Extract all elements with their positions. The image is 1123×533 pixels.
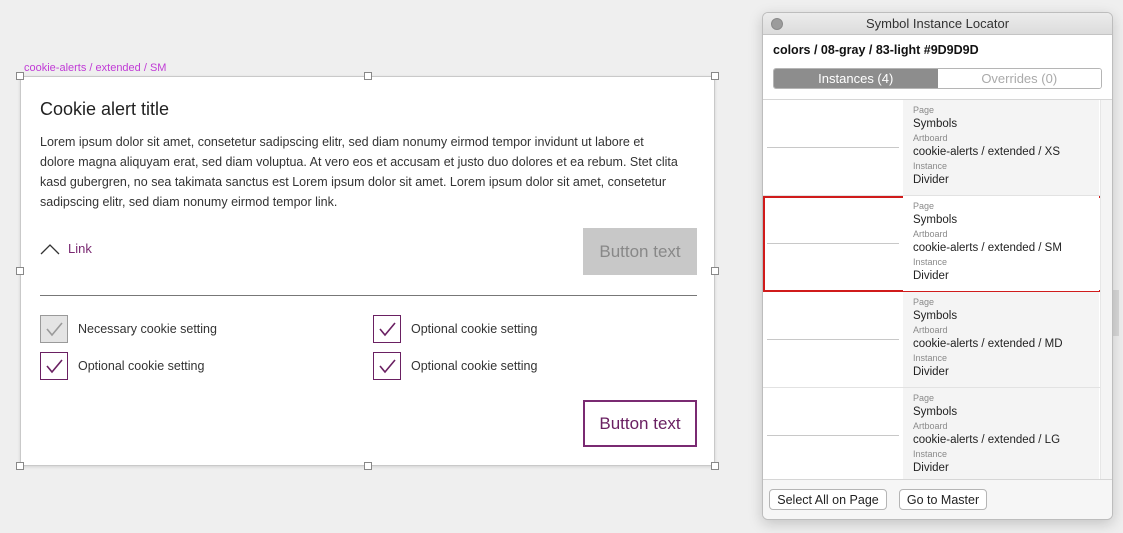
instance-value: Divider	[913, 270, 949, 282]
checkmark-icon	[46, 359, 63, 374]
instance-thumbnail	[767, 100, 899, 195]
instance-value: Divider	[913, 366, 949, 378]
secondary-button[interactable]: Button text	[583, 400, 697, 447]
checkbox-optional-3[interactable]: Optional cookie setting	[373, 352, 537, 380]
page-key: Page	[913, 393, 935, 403]
checkbox-box[interactable]	[40, 352, 68, 380]
instance-meta: Page Symbols Artboard cookie-alerts / ex…	[903, 100, 1099, 195]
instance-meta: Page Symbols Artboard cookie-alerts / ex…	[903, 388, 1099, 481]
canvas-scrollbar[interactable]	[1113, 290, 1119, 336]
cookie-alert-artboard[interactable]: Cookie alert title Lorem ipsum dolor sit…	[16, 72, 719, 470]
selection-handle-tr[interactable]	[711, 72, 719, 80]
instance-key: Instance	[913, 353, 948, 363]
instance-meta: Page Symbols Artboard cookie-alerts / ex…	[903, 196, 1099, 291]
instance-thumbnail	[767, 388, 899, 481]
checkbox-label: Necessary cookie setting	[78, 322, 217, 336]
page-value: Symbols	[913, 214, 958, 226]
page-key: Page	[913, 297, 935, 307]
selection-handle-bc[interactable]	[364, 462, 372, 470]
instance-row[interactable]: Page Symbols Artboard cookie-alerts / ex…	[763, 292, 1112, 388]
panel-title: Symbol Instance Locator	[865, 16, 1010, 31]
link-label: Link	[68, 241, 92, 256]
instance-key: Instance	[913, 161, 948, 171]
artboard-value: cookie-alerts / extended / MD	[913, 338, 1063, 350]
checkbox-optional-1[interactable]: Optional cookie setting	[373, 315, 537, 343]
selection-handle-tl[interactable]	[16, 72, 24, 80]
select-all-on-page-button[interactable]: Select All on Page	[769, 489, 887, 510]
instance-key: Instance	[913, 257, 948, 267]
artboard-key: Artboard	[913, 133, 948, 143]
page-value: Symbols	[913, 118, 958, 130]
artboard-key: Artboard	[913, 421, 948, 431]
checkbox-box[interactable]	[373, 352, 401, 380]
list-scrollbar[interactable]	[1100, 100, 1112, 481]
page-value: Symbols	[913, 406, 958, 418]
instance-key: Instance	[913, 449, 948, 459]
artboard-key: Artboard	[913, 229, 948, 239]
selection-handle-mr[interactable]	[711, 267, 719, 275]
artboard-value: cookie-alerts / extended / LG	[913, 434, 1061, 446]
chevron-up-icon	[40, 243, 60, 254]
checkmark-icon	[379, 322, 396, 337]
instance-row[interactable]: Page Symbols Artboard cookie-alerts / ex…	[763, 100, 1112, 196]
page-value: Symbols	[913, 310, 958, 322]
tab-overrides[interactable]: Overrides (0)	[937, 69, 1101, 88]
artboard-label[interactable]: cookie-alerts / extended / SM	[24, 62, 166, 74]
checkbox-box[interactable]	[373, 315, 401, 343]
instance-list: Page Symbols Artboard cookie-alerts / ex…	[763, 99, 1112, 481]
selection-handle-tc[interactable]	[364, 72, 372, 80]
symbol-path: colors / 08-gray / 83-light #9D9D9D	[773, 43, 979, 57]
checkmark-icon	[46, 322, 63, 337]
checkbox-label: Optional cookie setting	[411, 322, 538, 336]
panel-footer: Select All on Page Go to Master	[763, 479, 1112, 519]
tab-instances[interactable]: Instances (4)	[774, 69, 938, 88]
page-key: Page	[913, 105, 935, 115]
divider	[40, 295, 697, 296]
selection-handle-bl[interactable]	[16, 462, 24, 470]
tab-group: Instances (4) Overrides (0)	[773, 68, 1102, 89]
cookie-alert-body: Lorem ipsum dolor sit amet, consetetur s…	[40, 135, 678, 209]
instance-thumbnail	[767, 196, 899, 291]
symbol-instance-locator-panel: Symbol Instance Locator colors / 08-gray…	[762, 12, 1113, 520]
artboard-value: cookie-alerts / extended / XS	[913, 146, 1061, 158]
go-to-master-button[interactable]: Go to Master	[899, 489, 987, 510]
checkbox-optional-2[interactable]: Optional cookie setting	[40, 352, 204, 380]
selection-handle-br[interactable]	[711, 462, 719, 470]
instance-row-selected[interactable]: Page Symbols Artboard cookie-alerts / ex…	[763, 196, 1112, 292]
instance-thumbnail	[767, 292, 899, 387]
checkmark-icon	[379, 359, 396, 374]
checkbox-box[interactable]	[40, 315, 68, 343]
checkbox-necessary[interactable]: Necessary cookie setting	[40, 315, 217, 343]
instance-row[interactable]: Page Symbols Artboard cookie-alerts / ex…	[763, 388, 1112, 481]
close-icon[interactable]	[771, 18, 783, 30]
artboard-value: cookie-alerts / extended / SM	[913, 242, 1062, 254]
page-key: Page	[913, 201, 935, 211]
cookie-alert-title: Cookie alert title	[40, 99, 170, 119]
checkbox-label: Optional cookie setting	[78, 359, 205, 373]
instance-meta: Page Symbols Artboard cookie-alerts / ex…	[903, 292, 1099, 387]
selection-handle-ml[interactable]	[16, 267, 24, 275]
primary-button-disabled[interactable]: Button text	[583, 228, 697, 275]
expand-link[interactable]: Link	[40, 241, 92, 256]
instance-value: Divider	[913, 174, 949, 186]
instance-value: Divider	[913, 462, 949, 474]
checkbox-label: Optional cookie setting	[411, 359, 538, 373]
panel-titlebar[interactable]: Symbol Instance Locator	[763, 13, 1112, 35]
artboard-key: Artboard	[913, 325, 948, 335]
